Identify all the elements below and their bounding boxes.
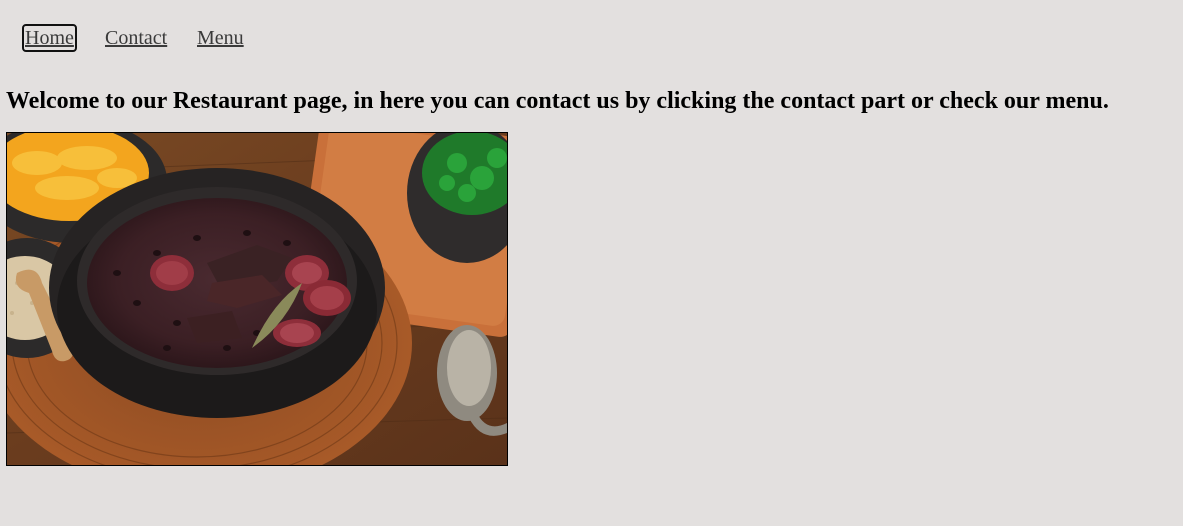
nav-link-contact[interactable]: Contact xyxy=(105,26,167,50)
page-heading: Welcome to our Restaurant page, in here … xyxy=(6,88,1109,114)
nav-link-menu[interactable]: Menu xyxy=(197,26,244,50)
feijoada-photo xyxy=(6,132,508,466)
nav-link-home[interactable]: Home xyxy=(22,24,77,52)
